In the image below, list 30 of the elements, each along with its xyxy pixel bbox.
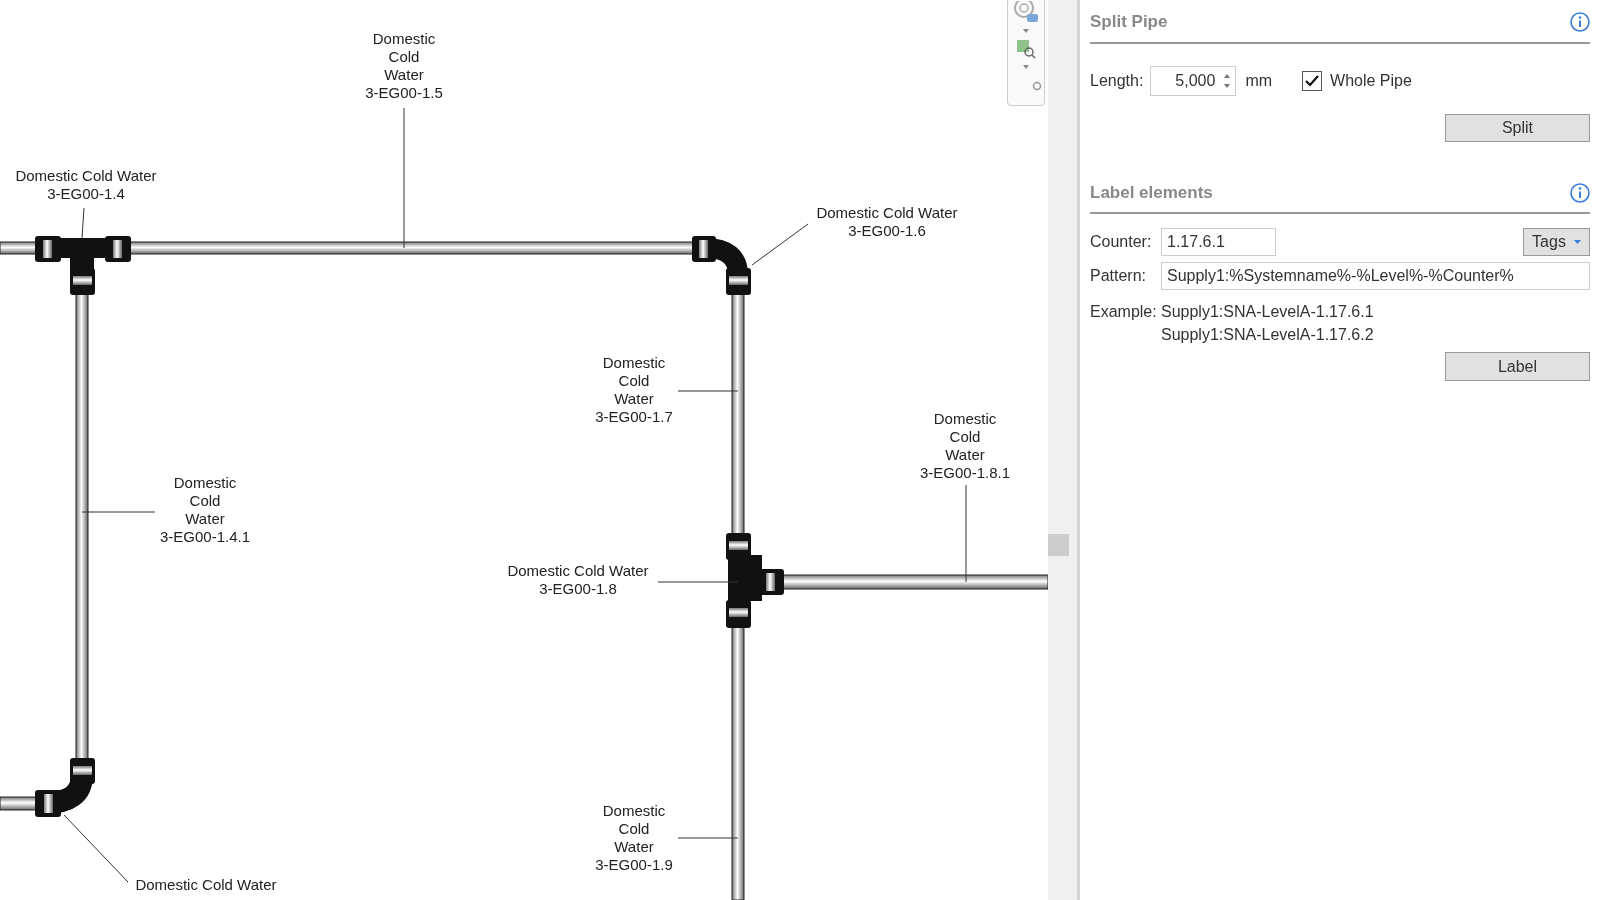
tags-dropdown-button[interactable]: Tags <box>1523 228 1590 256</box>
zoom-region-icon[interactable] <box>1016 39 1036 59</box>
counter-label: Counter: <box>1090 232 1153 252</box>
caret-icon <box>1573 240 1581 244</box>
whole-pipe-label: Whole Pipe <box>1330 71 1412 91</box>
split-button[interactable]: Split <box>1445 114 1590 142</box>
leader-line <box>81 207 85 239</box>
unit-label: mm <box>1245 71 1273 91</box>
counter-field[interactable]: 1.17.6.1 <box>1161 228 1276 256</box>
pattern-field[interactable]: Supply1:%Systemname%-%Level%-%Counter% <box>1161 262 1590 290</box>
leader-line <box>677 390 739 392</box>
checkmark-icon <box>1305 75 1320 87</box>
info-icon[interactable] <box>1570 183 1590 203</box>
label-button[interactable]: Label <box>1445 352 1590 381</box>
section-title: Split Pipe <box>1090 11 1168 34</box>
caret-icon[interactable] <box>1023 29 1029 33</box>
whole-pipe-checkbox[interactable] <box>1302 71 1323 91</box>
caret-icon[interactable] <box>1023 65 1029 69</box>
scrollbar-thumb[interactable] <box>1048 534 1069 556</box>
length-label: Length: <box>1090 71 1144 91</box>
length-spinbox[interactable]: 5,000 <box>1150 66 1237 96</box>
pattern-label: Pattern: <box>1090 266 1148 286</box>
example-text: Supply1:SNA-LevelA-1.17.6.1 <box>1161 302 1374 322</box>
leader-line <box>677 837 739 839</box>
section-title: Label elements <box>1090 182 1213 205</box>
example-text: Supply1:SNA-LevelA-1.17.6.2 <box>1161 325 1374 345</box>
example-label: Example: <box>1090 302 1158 322</box>
info-icon[interactable] <box>1570 12 1590 32</box>
leader-line <box>751 223 809 266</box>
leader-line <box>63 814 129 883</box>
